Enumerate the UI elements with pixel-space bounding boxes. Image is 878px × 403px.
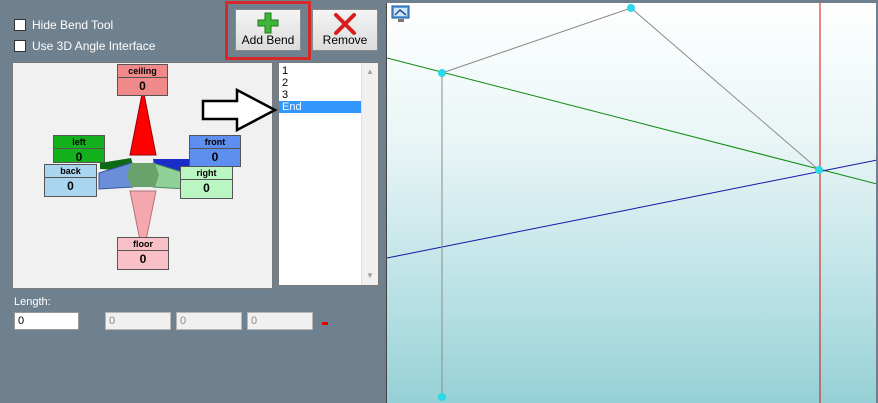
arrows-center (127, 163, 159, 187)
scroll-down-icon[interactable]: ▼ (362, 269, 378, 283)
readonly-field-2: 0 (176, 312, 242, 330)
status-indicator (322, 322, 328, 325)
list-item[interactable]: 1 (279, 65, 361, 77)
3d-viewport[interactable] (386, 3, 876, 403)
use-3d-angle-checkbox[interactable] (14, 40, 26, 52)
left-control[interactable]: left 0 (53, 135, 105, 164)
readonly-field-3: 0 (247, 312, 313, 330)
list-item[interactable]: 2 (279, 77, 361, 89)
front-value: 0 (211, 150, 219, 164)
floor-label: floor (118, 238, 168, 251)
floor-control[interactable]: floor 0 (117, 237, 169, 270)
list-item-selected[interactable]: End (279, 101, 361, 113)
ceiling-arrow[interactable] (129, 88, 157, 156)
hide-bend-tool-label: Hide Bend Tool (32, 18, 114, 32)
bend-list[interactable]: 1 2 3 End ▲ ▼ (278, 62, 379, 286)
pointer-arrow-annotation (201, 88, 278, 133)
hide-bend-tool-option[interactable]: Hide Bend Tool (14, 18, 113, 32)
path-segment (630, 7, 820, 171)
floor-value: 0 (139, 252, 147, 266)
bend-tool-panel: Hide Bend Tool Use 3D Angle Interface Ad… (0, 0, 384, 403)
readonly-field-1: 0 (105, 312, 171, 330)
red-x-icon (333, 12, 357, 39)
green-axis-line (387, 57, 876, 185)
path-segment (441, 7, 632, 74)
back-label: back (45, 165, 96, 178)
list-scrollbar[interactable]: ▲ ▼ (361, 63, 378, 285)
left-value: 0 (75, 150, 83, 164)
back-control[interactable]: back 0 (44, 164, 97, 197)
remove-button[interactable]: Remove (312, 9, 378, 51)
left-label: left (54, 136, 104, 149)
bend-point[interactable] (438, 393, 446, 401)
add-bend-button[interactable]: Add Bend (235, 9, 301, 51)
ceiling-control[interactable]: ceiling 0 (117, 64, 168, 96)
bend-point[interactable] (627, 4, 635, 12)
bend-point[interactable] (815, 166, 823, 174)
bend-path-graphic (387, 3, 876, 403)
plus-icon (257, 12, 279, 37)
back-value: 0 (67, 179, 74, 193)
scroll-up-icon[interactable]: ▲ (362, 65, 378, 79)
use-3d-angle-label: Use 3D Angle Interface (32, 39, 156, 53)
hide-bend-tool-checkbox[interactable] (14, 19, 26, 31)
right-value: 0 (203, 181, 210, 195)
list-item[interactable]: 3 (279, 89, 361, 101)
front-control[interactable]: front 0 (189, 135, 241, 167)
length-input[interactable]: 0 (14, 312, 79, 330)
right-control[interactable]: right 0 (180, 166, 233, 199)
right-label: right (181, 167, 232, 180)
ceiling-value: 0 (139, 79, 146, 93)
ceiling-label: ceiling (118, 65, 167, 78)
front-label: front (190, 136, 240, 149)
use-3d-angle-option[interactable]: Use 3D Angle Interface (14, 39, 155, 53)
bend-point[interactable] (438, 69, 446, 77)
blue-axis-line (387, 159, 876, 259)
length-label: Length: (14, 296, 51, 308)
